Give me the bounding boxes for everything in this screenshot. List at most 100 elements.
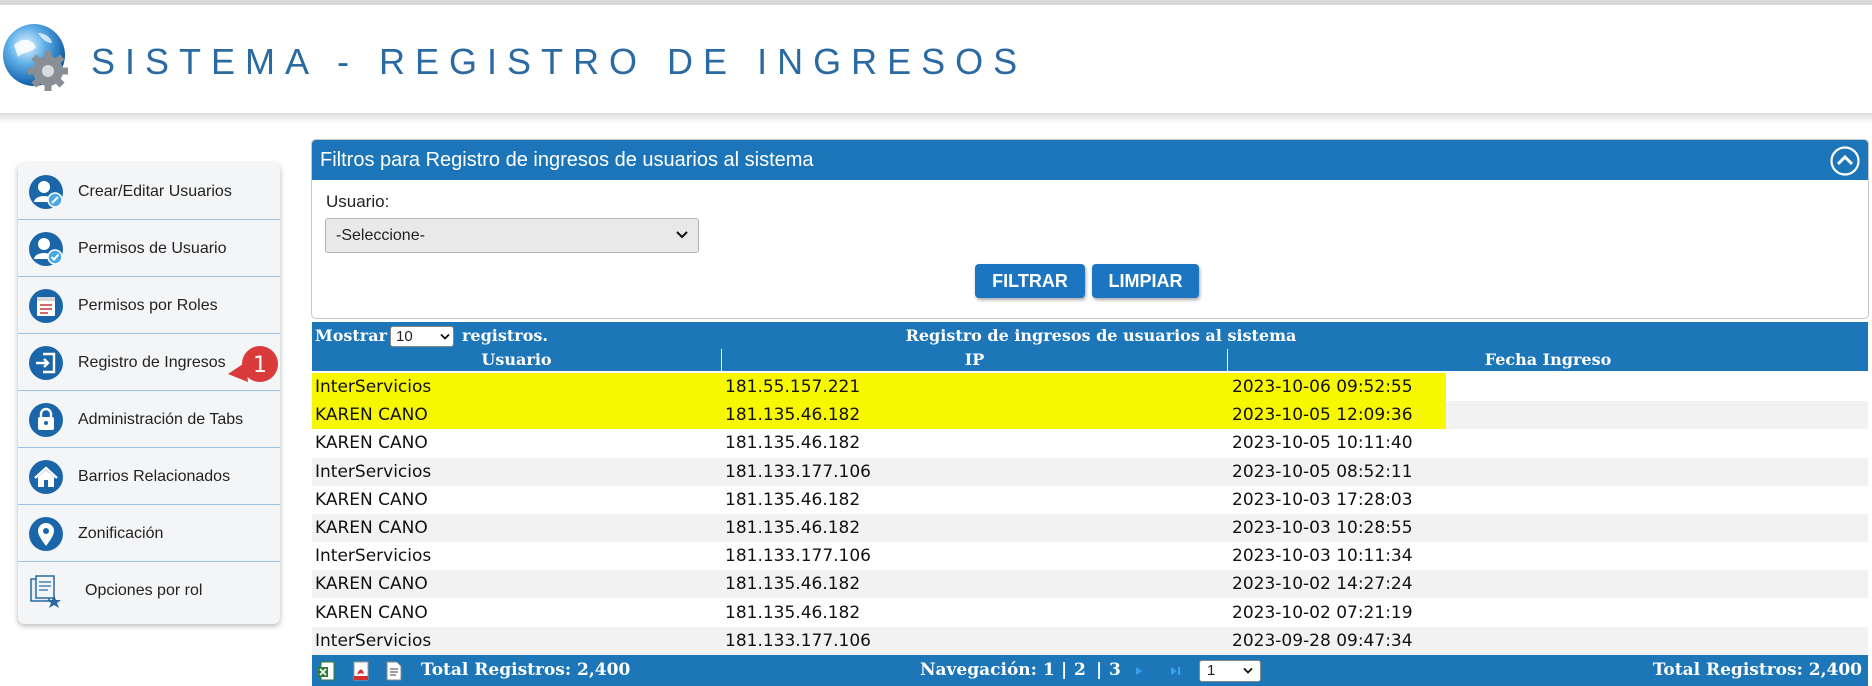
cell-usuario: InterServicios [315, 461, 432, 482]
globe-gear-logo [3, 24, 68, 91]
navigation-label: Navegación: [920, 660, 1037, 680]
total-records-right: Total Registros: 2,400 [1652, 660, 1862, 680]
cell-usuario: InterServicios [315, 630, 432, 651]
user-filter-label: Usuario: [326, 192, 390, 211]
filter-panel-header: Filtros para Registro de ingresos de usu… [312, 140, 1868, 180]
table-row[interactable]: KAREN CANO 181.135.46.182 2023-10-02 07:21… [312, 598, 1868, 627]
column-header-usuario[interactable]: Usuario [312, 349, 721, 371]
filter-panel-title: Filtros para Registro de ingresos de usu… [320, 149, 814, 171]
ingresos-table: Registro de ingresos de usuarios al sist… [312, 322, 1868, 686]
cell-fecha: 2023-10-05 08:52:11 [1232, 461, 1413, 482]
sidebar-item-label: Administración de Tabs [78, 411, 244, 428]
table-toolbar: Registro de ingresos de usuarios al sist… [312, 322, 1868, 349]
cell-ip: 181.133.177.106 [725, 546, 872, 567]
cell-usuario: KAREN CANO [315, 574, 428, 595]
pdf-export-icon[interactable] [352, 661, 370, 681]
sidebar-item-permisos-por-roles[interactable]: Permisos por Roles [18, 277, 280, 334]
table-row[interactable]: KAREN CANO 181.135.46.182 2023-10-02 14:27… [312, 570, 1868, 599]
cell-ip: 181.133.177.106 [725, 630, 872, 651]
excel-export-icon[interactable] [318, 661, 336, 681]
clear-button[interactable]: LIMPIAR [1092, 264, 1199, 298]
sidebar-item-label: Zonificación [78, 525, 164, 542]
app-header: SISTEMA - REGISTRO DE INGRESOS [0, 5, 1872, 115]
sidebar-item-crear-editar-usuarios[interactable]: Crear/Editar Usuarios [18, 163, 280, 220]
sidebar-item-administracion-de-tabs[interactable]: Administración de Tabs [18, 391, 280, 448]
page-link-1[interactable]: 1 [1043, 655, 1055, 686]
page-link-3[interactable]: 3 [1109, 655, 1121, 686]
cell-usuario: KAREN CANO [315, 518, 428, 538]
table-row[interactable]: KAREN CANO 181.135.46.182 2023-10-05 12:09… [312, 401, 1868, 430]
show-label: Mostrar [315, 326, 388, 345]
cell-fecha: 2023-10-02 14:27:24 [1232, 574, 1413, 595]
column-header-fecha[interactable]: Fecha Ingreso [1227, 349, 1868, 371]
cell-usuario: KAREN CANO [315, 602, 428, 623]
page-size-select[interactable]: 10 [390, 326, 454, 347]
table-row[interactable]: InterServicios 181.133.177.106 2023-10-05 … [312, 457, 1868, 486]
sidebar-item-label: Opciones por rol [85, 582, 203, 599]
sidebar-item-opciones-por-rol[interactable]: Opciones por rol [18, 562, 280, 619]
sidebar-item-label: Registro de Ingresos [78, 354, 226, 371]
table-row[interactable]: InterServicios 181.55.157.221 2023-10-06 0… [312, 373, 1868, 401]
cell-ip: 181.135.46.182 [725, 518, 861, 538]
filter-panel: Filtros para Registro de ingresos de usu… [311, 139, 1869, 319]
cell-fecha: 2023-10-02 07:21:19 [1232, 602, 1413, 623]
document-icon[interactable] [385, 661, 403, 681]
user-edit-icon [29, 175, 63, 209]
table-footer: Total Registros: 2,400 Navegación: 1 | 2… [312, 655, 1868, 686]
cell-usuario: KAREN CANO [315, 489, 428, 510]
cell-fecha: 2023-10-05 10:11:40 [1232, 433, 1413, 454]
table-header: Usuario IP Fecha Ingreso [312, 349, 1868, 371]
house-icon [29, 460, 63, 494]
cell-usuario: KAREN CANO [315, 433, 428, 454]
sidebar-item-label: Permisos por Roles [78, 297, 218, 314]
cell-fecha: 2023-09-28 09:47:34 [1232, 630, 1413, 651]
table-row[interactable]: KAREN CANO 181.135.46.182 2023-10-03 17:28… [312, 485, 1868, 514]
table-row[interactable]: KAREN CANO 181.135.46.182 2023-10-05 10:11… [312, 429, 1868, 458]
cell-ip: 181.133.177.106 [725, 461, 872, 482]
lock-tab-icon [29, 403, 63, 437]
cell-ip: 181.135.46.182 [725, 405, 861, 426]
cell-fecha: 2023-10-05 12:09:36 [1232, 405, 1413, 426]
next-page-icon[interactable] [1132, 664, 1146, 678]
page-separator: | [1096, 660, 1103, 680]
sidebar-item-barrios-relacionados[interactable]: Barrios Relacionados [18, 448, 280, 505]
column-header-ip[interactable]: IP [721, 349, 1227, 371]
cell-fecha: 2023-10-03 10:11:34 [1232, 546, 1413, 567]
cell-fecha: 2023-10-06 09:52:55 [1232, 377, 1413, 397]
sidebar-item-zonificacion[interactable]: Zonificación [18, 505, 280, 562]
user-check-icon [29, 232, 63, 266]
role-list-icon [29, 289, 63, 323]
total-records-left: Total Registros: 2,400 [421, 660, 631, 680]
page-separator: | [1061, 660, 1068, 680]
filter-button[interactable]: FILTRAR [975, 264, 1085, 298]
header-divider [0, 113, 1872, 125]
records-label: registros. [462, 326, 548, 345]
page-number-select[interactable]: 1 [1199, 660, 1261, 682]
cell-fecha: 2023-10-03 17:28:03 [1232, 489, 1413, 510]
step-badge: 1 [228, 346, 278, 382]
sidebar-item-permisos-de-usuario[interactable]: Permisos de Usuario [18, 220, 280, 277]
table-row[interactable]: InterServicios 181.133.177.106 2023-10-03 … [312, 542, 1868, 571]
last-page-icon[interactable] [1169, 664, 1183, 678]
cell-usuario: InterServicios [315, 377, 432, 397]
chevron-down-icon [440, 333, 450, 340]
cell-fecha: 2023-10-03 10:28:55 [1232, 518, 1413, 538]
cell-ip: 181.55.157.221 [725, 377, 861, 397]
table-row[interactable]: InterServicios 181.133.177.106 2023-09-28 … [312, 626, 1868, 655]
chevron-down-icon [1243, 667, 1253, 674]
documents-icon [30, 575, 61, 608]
collapse-up-icon[interactable] [1830, 146, 1860, 176]
user-filter-select[interactable]: -Seleccione- [325, 218, 699, 253]
cell-usuario: KAREN CANO [315, 405, 428, 426]
table-row[interactable]: KAREN CANO 181.135.46.182 2023-10-03 10:28… [312, 514, 1868, 542]
cell-ip: 181.135.46.182 [725, 574, 861, 595]
cell-ip: 181.135.46.182 [725, 602, 861, 623]
cell-ip: 181.135.46.182 [725, 489, 861, 510]
sidebar-item-label: Crear/Editar Usuarios [78, 183, 232, 200]
cell-usuario: InterServicios [315, 546, 432, 567]
page-link-2[interactable]: 2 [1074, 655, 1086, 686]
sidebar-menu: Crear/Editar Usuarios Permisos de Usuari… [18, 163, 280, 624]
sidebar-item-label: Permisos de Usuario [78, 240, 227, 257]
svg-text:1: 1 [253, 353, 267, 378]
cell-ip: 181.135.46.182 [725, 433, 861, 454]
